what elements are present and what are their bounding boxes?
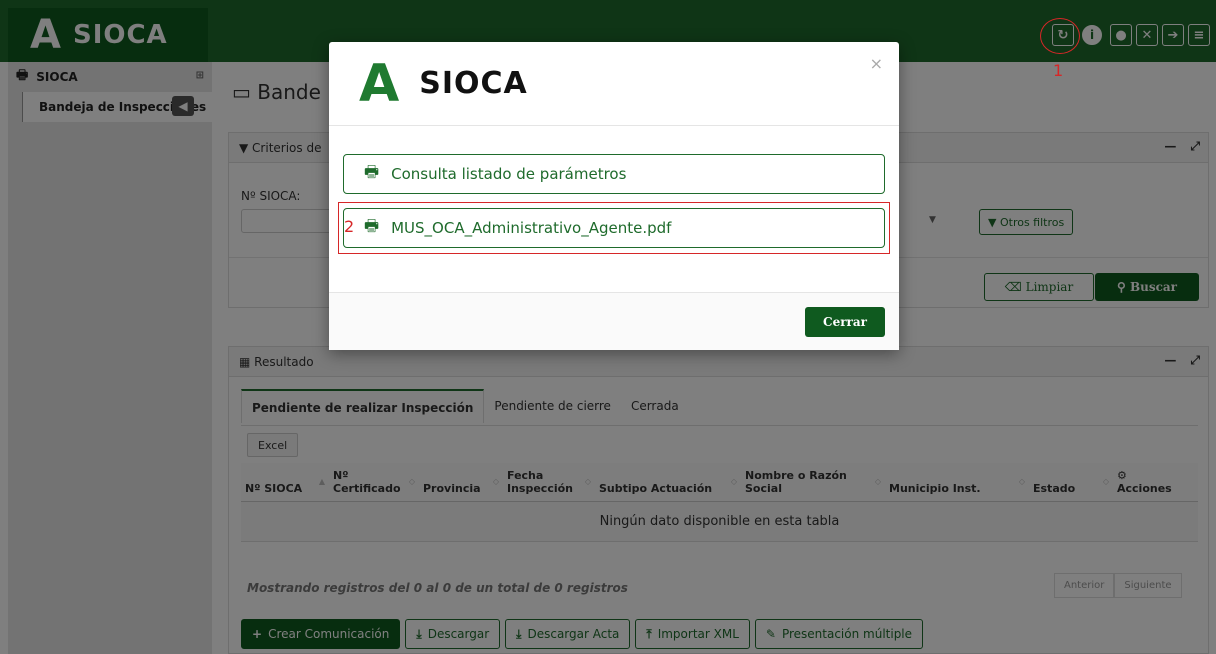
info-modal: A SIOCA × 🖶 Consulta listado de parámetr…	[329, 42, 899, 350]
modal-title: SIOCA	[419, 66, 528, 101]
printer-icon: 🖶	[364, 161, 380, 181]
annotation-circle-1	[1040, 18, 1080, 54]
cerrar-button[interactable]: Cerrar	[805, 307, 885, 337]
close-icon[interactable]: ×	[870, 54, 883, 73]
modal-header: A SIOCA ×	[329, 42, 899, 126]
sioca-logo-icon: A	[359, 53, 400, 114]
annotation-number-1: 1	[1053, 61, 1064, 80]
modal-footer: Cerrar	[329, 292, 899, 350]
annotation-number-2: 2	[344, 217, 355, 236]
consulta-parametros-button[interactable]: 🖶 Consulta listado de parámetros	[343, 154, 885, 194]
annotation-box-2	[338, 202, 890, 254]
